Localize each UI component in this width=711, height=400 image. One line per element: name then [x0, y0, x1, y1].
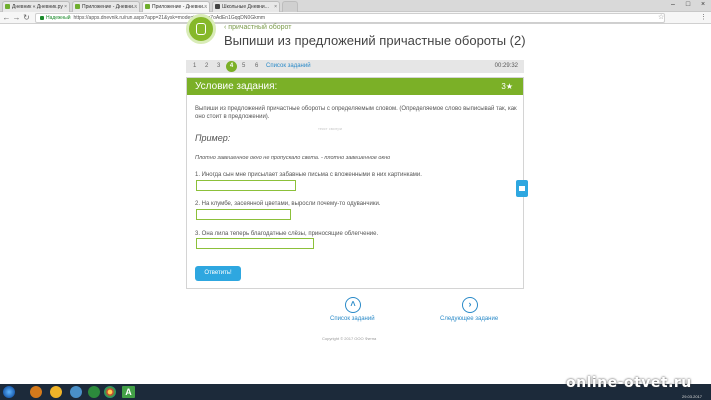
start-button-icon[interactable]	[3, 386, 15, 398]
step-6[interactable]: 6	[255, 60, 258, 73]
card-header: Условие задания: 3★	[187, 78, 523, 95]
step-4-current[interactable]: 4	[226, 61, 237, 72]
answer-input-1[interactable]	[196, 180, 296, 191]
question-3-text: 3. Она лила теперь благодатные слёзы, пр…	[195, 231, 379, 237]
chrome-icon[interactable]	[104, 386, 116, 398]
browser-tab[interactable]: Дневник « Дневник.ру ×	[2, 1, 70, 12]
url-text: https://apps.dnevnik.ru/run.aspx?app=21&…	[73, 15, 266, 21]
favicon-icon	[215, 4, 220, 9]
tab-title: Приложение - Дневни...	[82, 4, 138, 10]
browser-tab-bar: Дневник « Дневник.ру × Приложение - Днев…	[0, 0, 711, 12]
app-logo	[186, 14, 216, 44]
forward-arrow-icon[interactable]: →	[12, 13, 21, 23]
browser-tab[interactable]: Приложение - Дневни... ×	[72, 1, 140, 12]
tab-title: Дневник « Дневник.ру	[12, 4, 63, 10]
chevron-up-icon[interactable]: ˄	[345, 297, 361, 313]
watermark: online-otvet.ru	[566, 375, 692, 391]
timer: 00:29:32	[494, 63, 518, 69]
tab-title: Приложение - Дневни...	[152, 4, 208, 10]
example-label: Пример:	[195, 133, 231, 143]
faint-text: текст смотри	[318, 126, 342, 131]
logo-icon	[196, 23, 206, 35]
task-list-bottom-link[interactable]: Список заданий	[330, 316, 375, 322]
feedback-tab[interactable]	[516, 180, 528, 197]
maximize-icon[interactable]: □	[681, 0, 695, 11]
browser-menu-icon[interactable]: ⋮	[700, 13, 707, 23]
url-input[interactable]: Надежный https://apps.dnevnik.ru/run.aspx…	[35, 13, 665, 23]
chevron-right-icon[interactable]: ›	[462, 297, 478, 313]
points-badge: 3★	[501, 82, 513, 91]
secure-label: Надежный	[46, 15, 71, 21]
close-icon[interactable]: ×	[64, 2, 67, 12]
taskbar-app-icon[interactable]	[70, 386, 82, 398]
step-5[interactable]: 5	[242, 60, 245, 73]
submit-button[interactable]: Ответить!	[195, 266, 241, 281]
task-stepper: 1 2 3 4 5 6 Список заданий 00:29:32	[186, 60, 524, 73]
card-title: Условие задания:	[195, 81, 278, 92]
question-1-text: 1. Иногда сын мне присылает забавные пис…	[195, 172, 422, 178]
step-1[interactable]: 1	[193, 60, 196, 73]
taskbar-app-icon[interactable]	[88, 386, 100, 398]
step-2[interactable]: 2	[205, 60, 208, 73]
answer-input-3[interactable]	[196, 238, 314, 249]
page-title: Выпиши из предложений причастные обороты…	[224, 33, 526, 48]
bookmark-star-icon[interactable]: ☆	[658, 13, 664, 23]
browser-tab[interactable]: Школьные Дневни... ×	[212, 1, 280, 12]
taskbar-app-icon[interactable]	[30, 386, 42, 398]
task-instruction: Выпиши из предложений причастные обороты…	[195, 106, 517, 120]
reload-icon[interactable]: ↻	[22, 13, 31, 23]
next-task-link[interactable]: Следующее задание	[440, 316, 498, 322]
taskbar-app-a-icon[interactable]: A	[122, 386, 135, 398]
favicon-icon	[75, 4, 80, 9]
envelope-icon	[519, 186, 525, 191]
task-list-link[interactable]: Список заданий	[266, 60, 311, 73]
close-icon[interactable]: ×	[204, 2, 207, 12]
copyright-text: Copyright © 2017 ООО Фитна	[322, 336, 377, 341]
step-3[interactable]: 3	[217, 60, 220, 73]
new-tab-button[interactable]	[282, 1, 298, 12]
tab-title: Школьные Дневни...	[222, 4, 269, 10]
answer-input-2[interactable]	[196, 209, 291, 220]
lock-icon	[40, 15, 44, 20]
example-text: Плотно завешенное окно не пропускало све…	[195, 155, 391, 161]
tray-date: 29.03.2017	[682, 394, 703, 399]
close-icon[interactable]: ×	[274, 2, 277, 12]
task-card: Условие задания: 3★ Выпиши из предложени…	[186, 77, 524, 289]
question-2-text: 2. На клумбе, засеянной цветами, выросли…	[195, 201, 381, 207]
folder-icon[interactable]	[50, 386, 62, 398]
address-bar: ← → ↻ Надежный https://apps.dnevnik.ru/ru…	[0, 12, 711, 24]
browser-tab-active[interactable]: Приложение - Дневни... ×	[142, 1, 210, 12]
back-arrow-icon[interactable]: ←	[2, 13, 11, 23]
favicon-icon	[5, 4, 10, 9]
minimize-icon[interactable]: –	[666, 0, 680, 11]
breadcrumb[interactable]: ‹ причастный оборот	[224, 24, 292, 31]
window-close-icon[interactable]: ×	[696, 0, 710, 11]
close-icon[interactable]: ×	[134, 2, 137, 12]
favicon-icon	[145, 4, 150, 9]
